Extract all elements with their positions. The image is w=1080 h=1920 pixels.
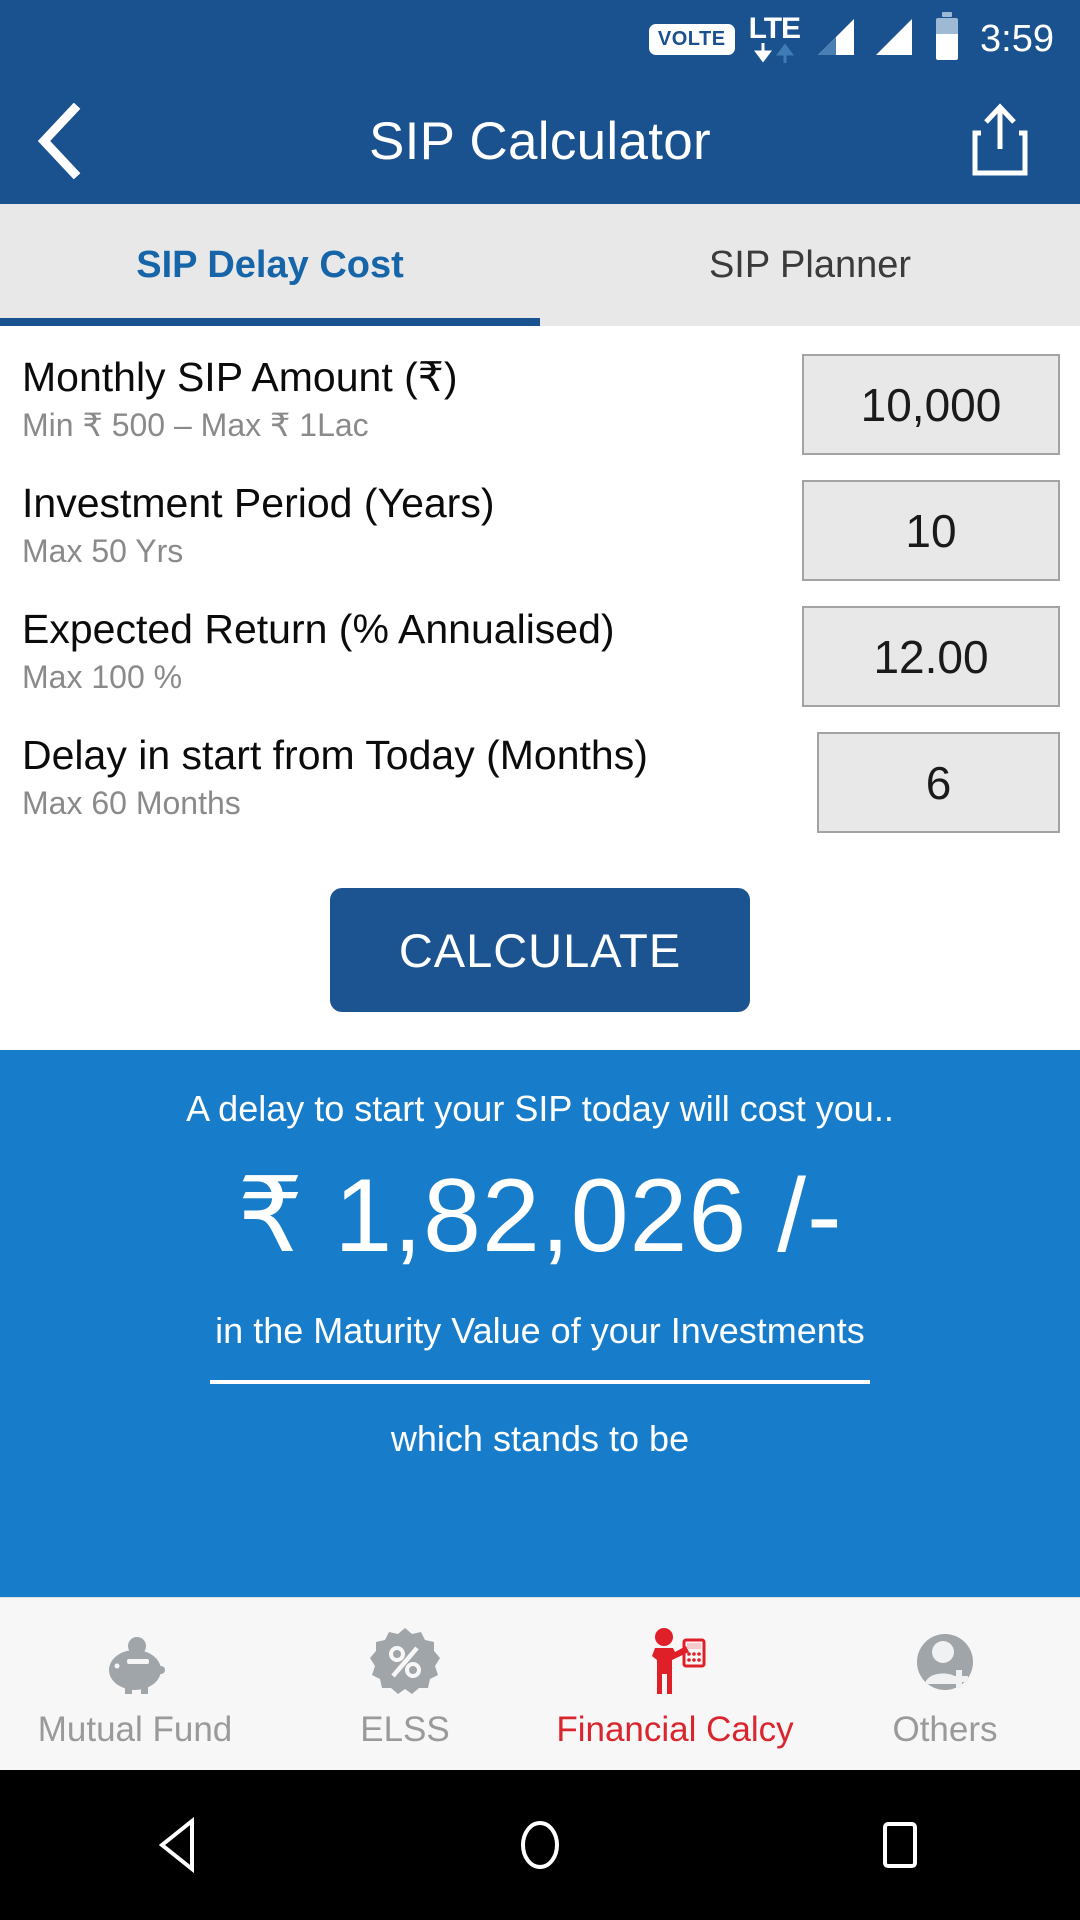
field-value: 10 xyxy=(905,504,957,557)
android-home-icon xyxy=(521,1821,559,1869)
tab-label: SIP Planner xyxy=(708,243,912,286)
form-row-investment-period: Investment Period (Years) Max 50 Yrs 10 xyxy=(0,478,1080,604)
percent-badge-icon xyxy=(369,1624,441,1700)
android-back-icon xyxy=(158,1816,194,1874)
result-subtext: in the Maturity Value of your Investment… xyxy=(215,1310,865,1351)
field-hint: Max 50 Yrs xyxy=(22,533,184,570)
lte-icon: LTE xyxy=(748,11,801,65)
row-label-group: Expected Return (% Annualised) Max 100 % xyxy=(22,604,802,693)
result-divider xyxy=(210,1380,870,1384)
nav-label: Mutual Fund xyxy=(37,1710,233,1749)
row-label-group: Monthly SIP Amount (₹) Min ₹ 500 – Max ₹… xyxy=(22,352,802,441)
field-value: 12.00 xyxy=(873,630,989,683)
field-label: Expected Return (% Annualised) xyxy=(22,606,615,652)
calculate-button[interactable]: CALCULATE xyxy=(330,888,750,1012)
delay-months-input[interactable]: 6 xyxy=(817,732,1060,833)
result-panel: A delay to start your SIP today will cos… xyxy=(0,1050,1080,1597)
field-value: 6 xyxy=(925,756,952,809)
expected-return-input[interactable]: 12.00 xyxy=(802,606,1060,707)
nav-item-financial-calcy[interactable]: Financial Calcy xyxy=(540,1598,810,1770)
android-home-button[interactable] xyxy=(460,1816,620,1874)
row-label-group: Investment Period (Years) Max 50 Yrs xyxy=(22,478,802,567)
field-label: Investment Period (Years) xyxy=(22,480,495,526)
tab-sip-planner[interactable]: SIP Planner xyxy=(540,204,1080,326)
field-label: Monthly SIP Amount (₹) xyxy=(22,354,458,400)
volte-badge: VOLTE xyxy=(648,23,735,55)
tab-indicator xyxy=(0,318,540,326)
field-label: Delay in start from Today (Months) xyxy=(22,732,648,778)
investment-period-input[interactable]: 10 xyxy=(802,480,1060,581)
signal-bars-1-icon xyxy=(814,15,858,64)
nav-item-elss[interactable]: ELSS xyxy=(270,1598,540,1770)
nav-label: Financial Calcy xyxy=(556,1710,794,1749)
form-row-monthly-sip-amount: Monthly SIP Amount (₹) Min ₹ 500 – Max ₹… xyxy=(0,352,1080,478)
field-hint: Max 100 % xyxy=(22,659,183,696)
status-bar: VOLTE LTE 3:59 xyxy=(0,0,1080,78)
nav-item-mutual-fund[interactable]: Mutual Fund xyxy=(0,1598,270,1770)
bottom-nav: Mutual Fund ELSS Financial Calcy Others xyxy=(0,1597,1080,1770)
nav-label: ELSS xyxy=(360,1710,450,1749)
android-recents-icon xyxy=(883,1822,917,1868)
result-amount: ₹ 1,82,026 /- xyxy=(237,1158,843,1274)
share-button[interactable] xyxy=(950,78,1050,204)
sip-form: Monthly SIP Amount (₹) Min ₹ 500 – Max ₹… xyxy=(0,326,1080,1050)
nav-label: Others xyxy=(892,1710,998,1749)
android-recents-button[interactable] xyxy=(820,1816,980,1874)
android-navigation-bar xyxy=(0,1770,1080,1920)
battery-icon xyxy=(936,12,959,60)
form-row-expected-return: Expected Return (% Annualised) Max 100 %… xyxy=(0,604,1080,730)
signal-bars-2-icon xyxy=(872,15,916,64)
calculate-button-label: CALCULATE xyxy=(398,923,682,977)
phone-screen: VOLTE LTE 3:59 SIP Calculator SIP Delay … xyxy=(0,0,1080,1920)
lte-label: LTE xyxy=(748,11,801,45)
lte-data-arrows-icon xyxy=(752,41,796,65)
share-icon xyxy=(972,103,1028,176)
form-row-delay-in-start: Delay in start from Today (Months) Max 6… xyxy=(0,730,1080,856)
monthly-sip-amount-input[interactable]: 10,000 xyxy=(802,354,1060,455)
tab-label: SIP Delay Cost xyxy=(136,243,404,286)
person-add-icon xyxy=(909,1624,981,1700)
app-bar: SIP Calculator xyxy=(0,78,1080,204)
calculate-button-row: CALCULATE xyxy=(0,856,1080,1050)
status-clock: 3:59 xyxy=(980,17,1054,60)
tab-bar: SIP Delay Cost SIP Planner xyxy=(0,204,1080,326)
android-back-button[interactable] xyxy=(100,1816,260,1874)
field-value: 10,000 xyxy=(860,378,1002,431)
field-hint: Min ₹ 500 – Max ₹ 1Lac xyxy=(22,407,369,444)
volte-label: VOLTE xyxy=(648,23,735,55)
row-label-group: Delay in start from Today (Months) Max 6… xyxy=(22,730,803,819)
field-hint: Max 60 Months xyxy=(22,785,241,822)
result-caption: A delay to start your SIP today will cos… xyxy=(186,1088,894,1129)
nav-item-others[interactable]: Others xyxy=(810,1598,1080,1770)
result-footer: which stands to be xyxy=(390,1418,690,1459)
person-calculator-icon xyxy=(639,1624,711,1700)
page-title: SIP Calculator xyxy=(369,111,711,171)
tab-sip-delay-cost[interactable]: SIP Delay Cost xyxy=(0,204,540,326)
piggy-bank-icon xyxy=(99,1624,171,1700)
